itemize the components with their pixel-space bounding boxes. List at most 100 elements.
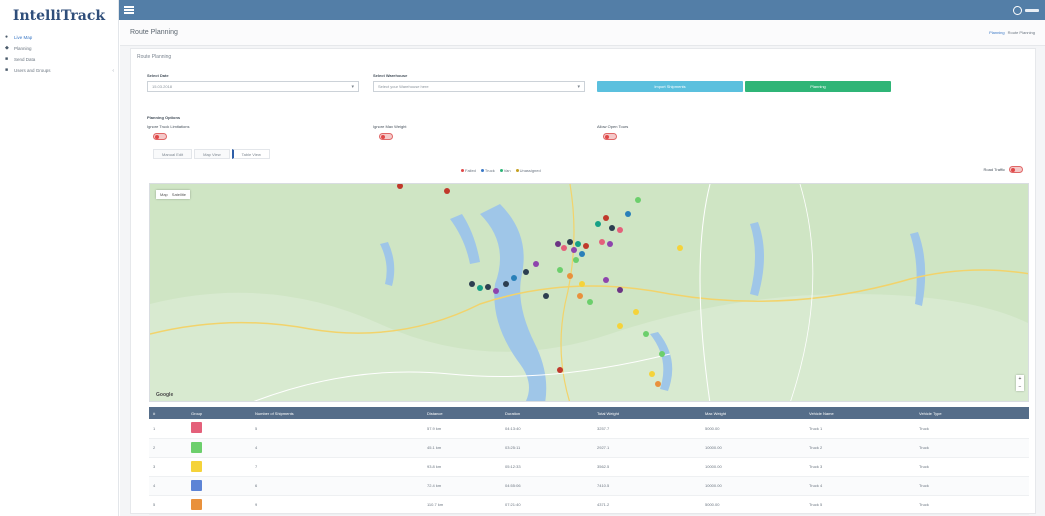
cell-vehicle-type: Truck (915, 476, 1029, 496)
app-window: IntelliTrack ● Live Map ◆ Planning ■ Sen… (0, 0, 1045, 516)
map-canvas[interactable] (150, 184, 1029, 402)
sidebar-item-send-data[interactable]: ■ Send Data (0, 54, 118, 65)
toggle-ignore-max-weight[interactable] (379, 133, 393, 140)
map-type-satellite[interactable]: Satellite (172, 192, 186, 197)
column-header-total-weight[interactable]: Total Weight (593, 407, 701, 419)
cell-shipments: 9 (251, 495, 423, 515)
legend-label: Unassigned (519, 168, 541, 173)
cell-distance: 45.1 km (423, 438, 501, 458)
cell-vehicle-name: Truck 3 (805, 457, 915, 477)
cell-max-weight: 10000.00 (701, 457, 805, 477)
column-header-max-weight[interactable]: Max Weight (701, 407, 805, 419)
warehouse-select[interactable]: Select your Warehouse here ▾ (373, 81, 585, 92)
group-color-swatch[interactable] (191, 498, 202, 510)
sidebar-item-label: Live Map (14, 35, 33, 40)
toggle-road-traffic[interactable] (1009, 166, 1023, 173)
chevron-down-icon: ▾ (351, 83, 354, 90)
zoom-out-button[interactable]: − (1016, 383, 1024, 391)
table-body: 1 5 57.9 km 04:13:40 3257.7 5000.00 Truck 1 Tru… (149, 419, 1029, 515)
route-map[interactable]: Map Satellite + − Google (149, 183, 1029, 402)
column-header-distance[interactable]: Distance (423, 407, 501, 419)
sidebar-item-live-map[interactable]: ● Live Map (0, 32, 118, 43)
group-color-swatch[interactable] (191, 422, 202, 434)
user-menu[interactable] (1013, 5, 1039, 15)
cell-vehicle-type: Truck (915, 457, 1029, 477)
panel-title: Route Planning (137, 54, 172, 60)
sidebar: IntelliTrack ● Live Map ◆ Planning ■ Sen… (0, 0, 119, 516)
cell-max-weight: 10000.00 (701, 476, 805, 496)
option-label-ignore-truck: Ignore Truck Limitations (147, 124, 190, 129)
import-shipments-button[interactable]: Import Shipments (597, 81, 743, 92)
legend-item-unassigned: Unassigned (515, 168, 541, 173)
hamburger-icon[interactable] (124, 6, 134, 14)
cell-group (187, 495, 251, 515)
legend-item-failed: Failed (461, 168, 476, 173)
breadcrumb-current: Route Planning (1007, 30, 1035, 35)
cell-duration: 04:13:40 (501, 419, 593, 439)
cell-vehicle-type: Truck (915, 438, 1029, 458)
truck-dot-icon (480, 169, 484, 172)
option-label-allow-open-tours: Allow Open Tours (597, 124, 629, 129)
failed-dot-icon (461, 169, 464, 172)
page-title: Route Planning (130, 29, 178, 36)
group-color-swatch[interactable] (191, 479, 202, 491)
van-dot-icon (499, 169, 503, 172)
table-row[interactable]: 2 4 45.1 km 03:25:11 2927.1 10000.00 Truck 2 Tr… (149, 438, 1029, 458)
sidebar-item-users-and-groups[interactable]: ■ Users and Groups ‹ (0, 65, 118, 76)
toggle-ignore-truck-limitations[interactable] (153, 133, 167, 140)
unassigned-dot-icon (515, 169, 519, 172)
cell-distance: 57.9 km (423, 419, 501, 439)
table-header-row: # Group Number of Shipments Distance Dur… (149, 407, 1029, 419)
view-tabs: Manual Edit Map View Table View (153, 149, 270, 159)
cell-shipments: 4 (251, 438, 423, 458)
tab-table-view[interactable]: Table View (231, 149, 270, 159)
cell-vehicle-type: Truck (915, 419, 1029, 439)
user-circle-icon (1013, 5, 1022, 15)
main-content: Route Planning Planning Route Planning R… (120, 20, 1045, 516)
cell-total-weight: 2927.1 (593, 438, 701, 458)
cell-total-weight: 3257.7 (593, 419, 701, 439)
column-header-duration[interactable]: Duration (501, 407, 593, 419)
top-bar (119, 0, 1045, 20)
sidebar-nav: ● Live Map ◆ Planning ■ Send Data ■ User… (0, 32, 118, 76)
column-header-shipments[interactable]: Number of Shipments (251, 407, 423, 419)
cell-duration: 05:12:33 (501, 457, 593, 477)
column-header-id[interactable]: # (149, 407, 187, 419)
column-header-group[interactable]: Group (187, 407, 251, 419)
date-value: 15.03.2018 (152, 84, 173, 89)
breadcrumb-planning[interactable]: Planning (989, 30, 1005, 35)
cell-duration: 03:25:11 (501, 438, 593, 458)
toggle-allow-open-tours[interactable] (603, 133, 617, 140)
cell-vehicle-name: Truck 4 (805, 476, 915, 496)
table-row[interactable]: 4 6 72.4 km 04:55:06 7410.5 10000.00 Truck 4 Tr… (149, 476, 1029, 496)
cell-shipments: 5 (251, 419, 423, 439)
cell-total-weight: 7410.5 (593, 476, 701, 496)
cell-max-weight: 10000.00 (701, 438, 805, 458)
tab-map-view[interactable]: Map View (194, 149, 230, 159)
group-color-swatch[interactable] (191, 441, 202, 453)
group-color-swatch[interactable] (191, 460, 202, 472)
road-traffic-label: Road Traffic (983, 167, 1006, 172)
cell-shipments: 6 (251, 476, 423, 496)
tab-manual-edit[interactable]: Manual Edit (153, 149, 193, 159)
table-row[interactable]: 3 7 93.8 km 05:12:33 3562.5 10000.00 Truck 3 Tr… (149, 457, 1029, 477)
table-row[interactable]: 5 9 110.7 km 07:21:40 4371.2 5000.00 Truck 5 Tr… (149, 495, 1029, 515)
planning-button[interactable]: Planning (745, 81, 891, 92)
zoom-in-button[interactable]: + (1016, 375, 1024, 383)
date-select[interactable]: 15.03.2018 ▾ (147, 81, 359, 92)
warehouse-label: Select Warehouse (373, 73, 408, 78)
column-header-vehicle-type[interactable]: Vehicle Type (915, 407, 1029, 419)
legend-item-truck: Truck (480, 168, 495, 173)
table-row[interactable]: 1 5 57.9 km 04:13:40 3257.7 5000.00 Truck 1 Tru… (149, 419, 1029, 439)
cell-max-weight: 5000.00 (701, 419, 805, 439)
map-type-map[interactable]: Map (160, 192, 168, 197)
cell-vehicle-name: Truck 1 (805, 419, 915, 439)
sidebar-item-label: Planning (14, 46, 32, 51)
cell-max-weight: 5000.00 (701, 495, 805, 515)
sidebar-item-planning[interactable]: ◆ Planning (0, 43, 118, 54)
option-label-ignore-max-weight: Ignore Max Weight (373, 124, 407, 129)
column-header-vehicle-name[interactable]: Vehicle Name (805, 407, 915, 419)
legend-label: Van (503, 168, 511, 173)
brand-logo[interactable]: IntelliTrack (0, 4, 118, 28)
breadcrumb: Planning Route Planning (989, 30, 1035, 35)
